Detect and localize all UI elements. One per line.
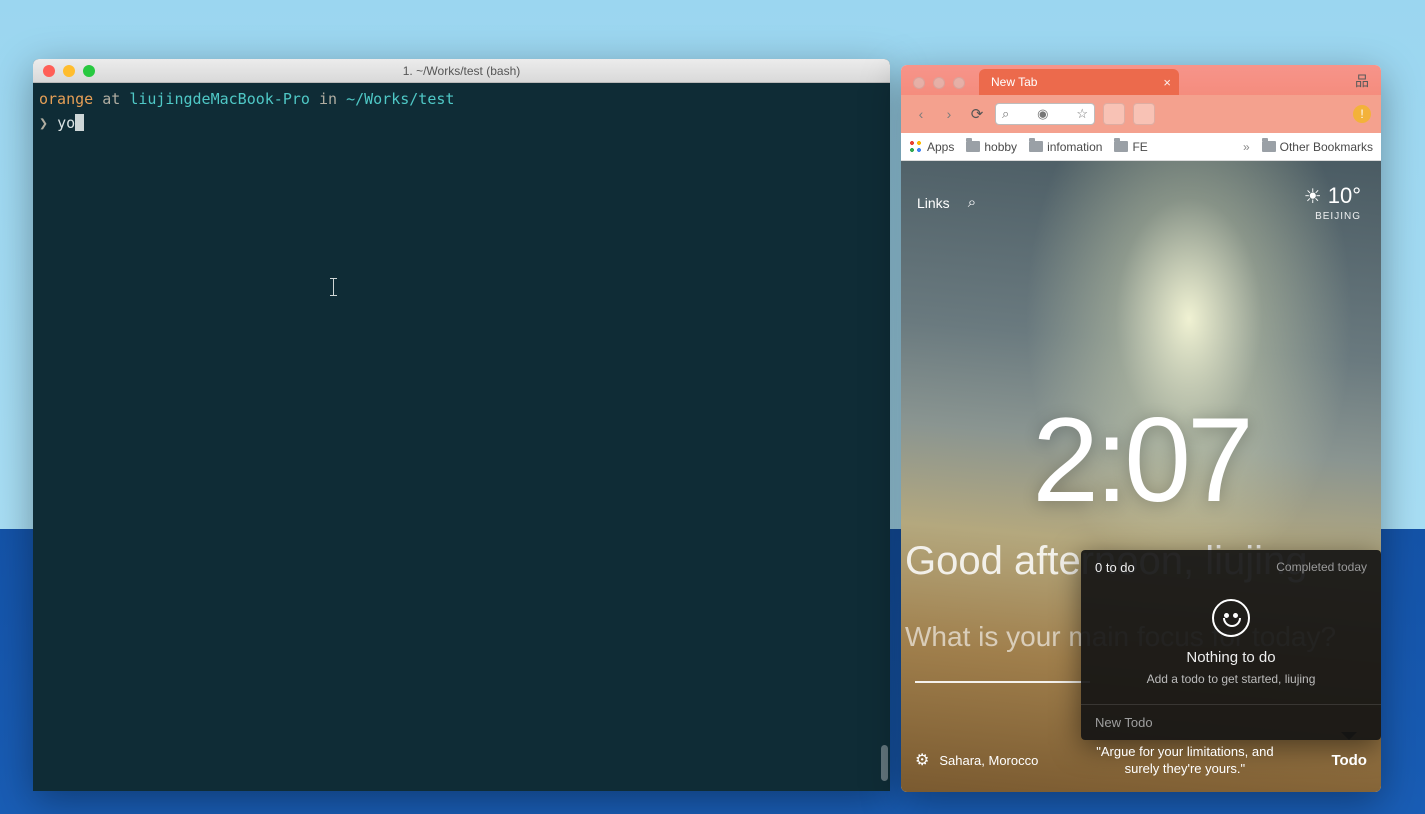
bookmark-label: hobby (984, 140, 1017, 154)
browser-chrome: New Tab × 品 ‹ › ⟳ ⌕ ◉ ☆ ! (901, 65, 1381, 133)
terminal-body[interactable]: orange at liujingdeMacBook-Pro in ~/Work… (33, 83, 890, 791)
terminal-typed: yo (57, 114, 75, 132)
reload-button[interactable]: ⟳ (967, 105, 987, 123)
bookmark-label: Other Bookmarks (1280, 140, 1373, 154)
text-caret-icon (333, 278, 334, 296)
clock: 2:07 (901, 391, 1381, 529)
gear-icon[interactable]: ⚙ (915, 750, 929, 770)
bookmark-label: FE (1132, 140, 1147, 154)
new-todo-input[interactable]: New Todo (1081, 704, 1381, 740)
quote-line: surely they're yours." (1096, 760, 1273, 778)
bookmark-folder-infomation[interactable]: infomation (1029, 140, 1102, 154)
zoom-icon[interactable] (953, 77, 965, 89)
tab-strip: New Tab × 品 (901, 65, 1381, 95)
folder-icon (966, 141, 980, 152)
extension-button[interactable] (1103, 103, 1125, 125)
window-controls (909, 77, 979, 95)
bookmark-label: infomation (1047, 140, 1102, 154)
bookmark-folder-hobby[interactable]: hobby (966, 140, 1017, 154)
zoom-icon[interactable] (83, 65, 95, 77)
prompt-symbol: ❯ (39, 114, 48, 132)
todo-button[interactable]: Todo (1331, 752, 1367, 769)
site-info-icon[interactable]: ◉ (1037, 106, 1048, 122)
folder-icon (1262, 141, 1276, 152)
close-icon[interactable] (913, 77, 925, 89)
tab-title: New Tab (991, 75, 1037, 89)
address-bar[interactable]: ⌕ ◉ ☆ (995, 103, 1095, 125)
bookmark-label: Apps (927, 140, 954, 154)
prompt-host: liujingdeMacBook-Pro (129, 90, 310, 108)
todo-popover: 0 to do Completed today Nothing to do Ad… (1081, 550, 1381, 740)
weather-temp: 10° (1328, 183, 1361, 209)
bookmark-folder-fe[interactable]: FE (1114, 140, 1147, 154)
prompt-cwd: ~/Works/test (346, 90, 454, 108)
photo-credit[interactable]: Sahara, Morocco (939, 753, 1038, 768)
extension-button[interactable] (1133, 103, 1155, 125)
new-tab-page: Links ⌕ ☀ 10° BEIJING 2:07 Good afternoo… (901, 161, 1381, 792)
alert-icon[interactable]: ! (1353, 105, 1371, 123)
toolbar: ‹ › ⟳ ⌕ ◉ ☆ ! (901, 95, 1381, 133)
folder-icon (1029, 141, 1043, 152)
tab-new-tab[interactable]: New Tab × (979, 69, 1179, 95)
search-icon[interactable]: ⌕ (968, 194, 976, 211)
terminal-window: 1. ~/Works/test (bash) orange at liujing… (33, 59, 890, 791)
prompt-user: orange (39, 90, 93, 108)
focus-input[interactable] (915, 681, 1090, 683)
back-button[interactable]: ‹ (911, 106, 931, 122)
todo-empty-title: Nothing to do (1091, 649, 1371, 666)
terminal-title: 1. ~/Works/test (bash) (33, 64, 890, 78)
minimize-icon[interactable] (63, 65, 75, 77)
todo-completed-link[interactable]: Completed today (1276, 560, 1367, 575)
prompt-at: at (93, 90, 129, 108)
weather-widget[interactable]: ☀ 10° BEIJING (1304, 183, 1361, 222)
weather-location: BEIJING (1304, 211, 1361, 222)
prompt-in: in (310, 90, 346, 108)
links-button[interactable]: Links (917, 195, 950, 211)
cursor-icon (75, 114, 84, 131)
ntp-top-row: Links ⌕ ☀ 10° BEIJING (917, 183, 1361, 222)
apps-icon (909, 140, 923, 154)
minimize-icon[interactable] (933, 77, 945, 89)
bookmark-star-icon[interactable]: ☆ (1076, 106, 1088, 122)
new-todo-placeholder: New Todo (1095, 715, 1153, 730)
browser-window: New Tab × 品 ‹ › ⟳ ⌕ ◉ ☆ ! Apps hobby (901, 65, 1381, 792)
ntp-bottom-row: ⚙ Sahara, Morocco "Argue for your limita… (915, 743, 1367, 778)
forward-button[interactable]: › (939, 106, 959, 122)
bookmark-overflow[interactable]: » (1243, 140, 1250, 154)
scrollbar[interactable] (881, 745, 888, 781)
folder-icon (1114, 141, 1128, 152)
todo-count[interactable]: 0 to do (1095, 560, 1135, 575)
smile-icon (1212, 599, 1250, 637)
search-icon: ⌕ (1002, 106, 1009, 122)
bookmarks-bar: Apps hobby infomation FE » Other Bookmar… (901, 133, 1381, 161)
tab-close-icon[interactable]: × (1163, 75, 1171, 90)
quote-line: "Argue for your limitations, and (1096, 743, 1273, 761)
bookmark-apps[interactable]: Apps (909, 140, 954, 154)
bookmark-other[interactable]: Other Bookmarks (1262, 140, 1373, 154)
extension-icon[interactable]: 品 (1355, 71, 1371, 87)
quote[interactable]: "Argue for your limitations, and surely … (1096, 743, 1273, 778)
todo-empty-subtitle: Add a todo to get started, liujing (1091, 672, 1371, 686)
window-controls (33, 65, 95, 77)
sun-icon: ☀ (1304, 184, 1322, 209)
close-icon[interactable] (43, 65, 55, 77)
terminal-titlebar: 1. ~/Works/test (bash) (33, 59, 890, 83)
